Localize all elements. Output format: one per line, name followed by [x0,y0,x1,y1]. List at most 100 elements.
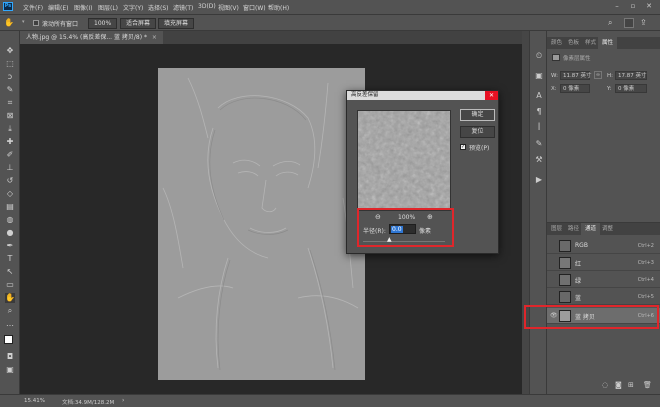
screen-mode-icon[interactable]: ▣ [5,365,15,375]
lasso-tool-icon[interactable]: ↄ [5,72,15,82]
tools-panel-icon[interactable]: ⚒ [534,155,544,165]
workspace-icon[interactable] [624,18,634,28]
history-panel-icon[interactable]: ⏲ [534,51,544,61]
minimize-icon[interactable]: – [612,1,622,11]
filter-preview[interactable] [357,110,451,211]
close-window-icon[interactable]: ✕ [644,1,654,11]
adjustments-panel-icon[interactable]: ▣ [534,71,544,81]
path-select-tool-icon[interactable]: ↖ [5,267,15,277]
load-selection-icon[interactable]: ◌ [602,381,608,389]
chevron-down-icon[interactable]: ▾ [22,19,26,27]
radius-slider-track[interactable] [363,241,445,242]
brush-tool-icon[interactable]: ✐ [5,150,15,160]
glyphs-panel-icon[interactable]: ꟾ [534,123,544,133]
move-tool-icon[interactable]: ✥ [5,46,15,56]
channel-row-red[interactable]: 红 Ctrl+3 [547,255,660,271]
channel-row-blue[interactable]: 蓝 Ctrl+5 [547,289,660,305]
maximize-icon[interactable]: ▫ [628,1,638,11]
zoom-in-icon[interactable]: ⊕ [427,213,433,221]
search-icon[interactable]: ⌕ [608,18,618,28]
link-icon[interactable]: ∞ [594,71,602,79]
preview-checkbox[interactable]: ✓ [460,144,466,150]
pen-tool-icon[interactable]: ✒ [5,241,15,251]
width-label: W: [551,73,558,79]
menu-bar: Ps 文件(F) 编辑(E) 图像(I) 图层(L) 文字(Y) 选择(S) 滤… [0,0,660,13]
new-channel-icon[interactable]: ⊞ [628,381,634,389]
channel-thumbnail [559,291,571,303]
radius-label: 半径(R): [363,228,386,235]
menu-file[interactable]: 文件(F) [23,3,43,12]
dodge-tool-icon[interactable]: ● [5,228,15,238]
panel-collapse-strip[interactable] [522,31,529,394]
foreground-color-swatch[interactable] [4,335,13,344]
zoom-level[interactable]: 15.41% [24,398,45,404]
menu-window[interactable]: 窗口(W) [243,3,266,12]
eraser-tool-icon[interactable]: ◇ [5,189,15,199]
high-pass-dialog: 高反差保留 ✕ 确定 复位 ✓ 预览(P) ⊖ 100% ⊕ 半径(R): 0.… [346,90,499,254]
properties-subtitle: 像素层属性 [563,56,591,62]
type-tool-icon[interactable]: T [5,254,15,264]
radius-input[interactable]: 0.0 [389,224,416,234]
channel-name: RGB [575,242,588,249]
menu-edit[interactable]: 编辑(E) [48,3,68,12]
radius-slider-thumb[interactable]: ▲ [387,237,393,243]
zoom-out-icon[interactable]: ⊖ [375,213,381,221]
close-tab-icon[interactable]: × [152,34,157,41]
hand-tool-icon[interactable]: ✋ [4,18,18,28]
brushes-panel-icon[interactable]: ✎ [534,139,544,149]
channel-thumbnail [559,240,571,252]
hand-tool-icon[interactable]: ✋ [5,293,15,303]
menu-help[interactable]: 帮助(H) [268,3,289,12]
zoom-tool-icon[interactable]: ⌕ [5,306,15,316]
x-field[interactable]: 0 像素 [560,84,590,93]
scroll-all-windows-checkbox[interactable] [33,20,39,26]
menu-type[interactable]: 文字(Y) [123,3,143,12]
reset-button[interactable]: 复位 [460,126,495,138]
share-icon[interactable]: ⇪ [640,18,650,28]
frame-tool-icon[interactable]: ⊠ [5,111,15,121]
menu-view[interactable]: 视图(V) [218,3,239,12]
width-field[interactable]: 11.87 英寸 [560,71,592,80]
tools-panel: ✥ ⬚ ↄ ✎ ⌗ ⊠ ⤓ ✚ ✐ ⊥ ↺ ◇ ▤ ◍ ● ✒ T ↖ ▭ ✋ … [0,31,20,407]
delete-channel-icon[interactable]: 🗑 [643,381,652,389]
fit-screen-button[interactable]: 适合屏幕 [120,18,157,29]
character-panel-icon[interactable]: A [534,91,544,101]
blur-tool-icon[interactable]: ◍ [5,215,15,225]
menu-3d[interactable]: 3D(D) [198,3,216,10]
quick-mask-icon[interactable]: ◘ [5,352,15,362]
channel-row-rgb[interactable]: RGB Ctrl+2 [547,238,660,254]
paragraph-panel-icon[interactable]: ¶ [534,107,544,117]
tab-properties[interactable]: 属性 [598,37,618,49]
actions-panel-icon[interactable]: ▶ [534,175,544,185]
crop-tool-icon[interactable]: ⌗ [5,98,15,108]
gradient-tool-icon[interactable]: ▤ [5,202,15,212]
quick-select-tool-icon[interactable]: ✎ [5,85,15,95]
height-field[interactable]: 17.87 英寸 [615,71,647,80]
y-field[interactable]: 0 像素 [615,84,647,93]
status-bar: 15.41% 文档:34.9M/128.2M › [0,394,660,407]
eyedropper-tool-icon[interactable]: ⤓ [5,124,15,134]
ok-button[interactable]: 确定 [460,109,495,121]
menu-layer[interactable]: 图层(L) [98,3,118,12]
more-tools-icon[interactable]: … [5,319,15,329]
document-tab[interactable]: 人物.jpg @ 15.4% (高反差保... 蓝 拷贝/8) * × [20,31,163,44]
history-brush-tool-icon[interactable]: ↺ [5,176,15,186]
fill-screen-button[interactable]: 填充屏幕 [158,18,195,29]
channel-row-green[interactable]: 绿 Ctrl+4 [547,272,660,288]
document-canvas[interactable] [158,68,365,380]
menu-filter[interactable]: 滤镜(T) [173,3,193,12]
menu-select[interactable]: 选择(S) [148,3,169,12]
tab-adjustments[interactable]: 调整 [598,223,617,235]
channels-tab-row: 图层 路径 通道 调整 [547,223,660,235]
status-menu-icon[interactable]: › [122,397,124,404]
highlight-box-channel [524,305,659,329]
zoom-100-button[interactable]: 100% [88,18,118,29]
save-selection-icon[interactable]: ◙ [615,381,622,389]
preview-zoom-level: 100% [398,214,416,221]
dialog-close-icon[interactable]: ✕ [485,91,498,100]
menu-image[interactable]: 图像(I) [74,3,92,12]
healing-brush-tool-icon[interactable]: ✚ [5,137,15,147]
marquee-tool-icon[interactable]: ⬚ [5,59,15,69]
rectangle-tool-icon[interactable]: ▭ [5,280,15,290]
clone-stamp-tool-icon[interactable]: ⊥ [5,163,15,173]
